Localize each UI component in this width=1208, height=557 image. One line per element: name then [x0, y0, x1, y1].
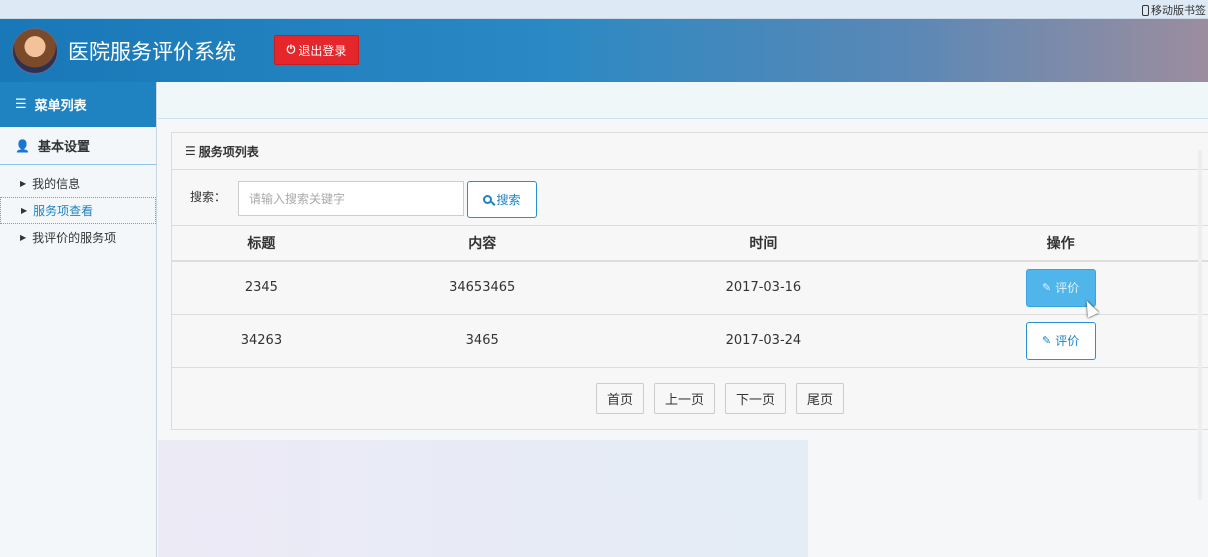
table-header-row: 标题 内容 时间 操作: [172, 226, 1208, 262]
app-title: 医院服务评价系统: [68, 40, 236, 64]
table-row: 34263 3465 2017-03-24 ✎ 评价: [172, 314, 1208, 368]
panel-heading: ☰ 服务项列表: [172, 133, 1208, 170]
evaluate-button[interactable]: ✎ 评价: [1025, 321, 1096, 360]
menu-list-title: 菜单列表: [34, 99, 87, 114]
prev-page-button[interactable]: 上一页: [653, 383, 715, 414]
sidebar-item-label: 我的信息: [32, 177, 81, 191]
panel-title: 服务项列表: [198, 144, 259, 159]
section-title-label: 基本设置: [37, 140, 90, 155]
power-icon: ⏻: [286, 43, 296, 56]
cell-title: 2345: [172, 261, 351, 315]
service-list-panel: ☰ 服务项列表 搜索： 搜索 标题 内容 时间 操作 2345 34653465…: [171, 132, 1208, 430]
sidebar: ☰ 菜单列表 👤 基本设置 ▶ 我的信息 ▶ 服务项查看 ▶ 我评价的服务项: [0, 82, 157, 557]
table-row: 2345 34653465 2017-03-16 ✎ 评价: [172, 261, 1208, 315]
sidebar-item-my-info[interactable]: ▶ 我的信息: [0, 170, 156, 197]
search-icon: [483, 195, 493, 204]
cell-content: 3465: [350, 314, 614, 368]
search-input[interactable]: [238, 181, 464, 216]
logout-button[interactable]: ⏻ 退出登录: [274, 35, 359, 65]
service-table: 标题 内容 时间 操作 2345 34653465 2017-03-16 ✎ 评…: [172, 226, 1208, 368]
sidebar-section-basic-settings[interactable]: 👤 基本设置: [0, 127, 156, 165]
mobile-bookmark-label: 移动版书签: [1151, 4, 1206, 17]
breadcrumb: [158, 82, 1208, 119]
list-icon: ☰: [15, 97, 27, 112]
user-icon: 👤: [15, 138, 30, 153]
first-page-button[interactable]: 首页: [595, 383, 644, 414]
cell-content: 34653465: [350, 261, 614, 315]
caret-right-icon: ▶: [21, 206, 28, 215]
pagination: 首页 上一页 下一页 尾页: [172, 368, 1208, 430]
cell-title: 34263: [172, 314, 351, 368]
mobile-bookmark-link[interactable]: 移动版书签: [1142, 2, 1206, 18]
edit-icon: ✎: [1042, 334, 1052, 347]
phone-icon: [1142, 4, 1149, 16]
logout-label: 退出登录: [298, 43, 347, 58]
evaluate-label: 评价: [1055, 281, 1080, 296]
search-row: 搜索： 搜索: [172, 170, 1208, 226]
search-button[interactable]: 搜索: [467, 181, 537, 218]
sidebar-item-my-evaluated[interactable]: ▶ 我评价的服务项: [0, 224, 156, 251]
search-label: 搜索：: [190, 190, 227, 204]
menu-list-header: ☰ 菜单列表: [0, 82, 156, 127]
cell-action: ✎ 评价: [913, 314, 1208, 368]
evaluate-label: 评价: [1055, 334, 1080, 348]
cell-time: 2017-03-24: [613, 314, 914, 368]
next-page-button[interactable]: 下一页: [725, 383, 787, 414]
caret-right-icon: ▶: [20, 179, 27, 188]
sidebar-item-label: 服务项查看: [33, 204, 94, 218]
scrollbar[interactable]: [1198, 150, 1202, 500]
cell-action: ✎ 评价: [913, 261, 1208, 315]
column-header-title: 标题: [172, 226, 351, 262]
sidebar-item-service-view[interactable]: ▶ 服务项查看: [0, 197, 156, 224]
caret-right-icon: ▶: [20, 233, 27, 242]
column-header-content: 内容: [350, 226, 614, 262]
background-decoration: [158, 440, 808, 557]
last-page-button[interactable]: 尾页: [796, 383, 845, 414]
browser-bookmark-bar: 移动版书签: [0, 0, 1208, 19]
avatar: [12, 28, 58, 74]
cell-time: 2017-03-16: [613, 261, 914, 315]
column-header-action: 操作: [913, 226, 1208, 262]
search-button-label: 搜索: [496, 193, 521, 207]
edit-icon: ✎: [1042, 281, 1052, 295]
app-header: 医院服务评价系统 ⏻ 退出登录: [0, 19, 1208, 82]
column-header-time: 时间: [613, 226, 914, 262]
list-icon: ☰: [185, 144, 196, 158]
sidebar-item-label: 我评价的服务项: [32, 231, 117, 245]
